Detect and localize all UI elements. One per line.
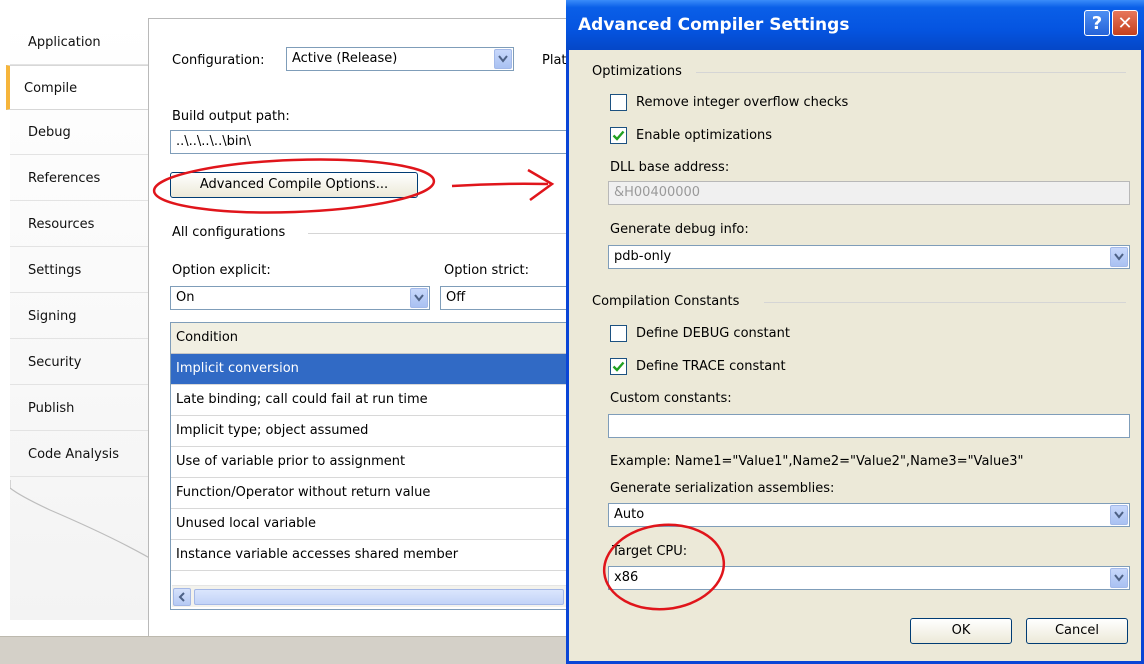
cancel-button[interactable]: Cancel	[1026, 618, 1128, 644]
tab-compile[interactable]: Compile	[6, 65, 148, 110]
option-strict-combo[interactable]: Off	[440, 286, 572, 310]
help-icon: ?	[1091, 12, 1103, 34]
table-row[interactable]: Late binding; call could fail at run tim…	[171, 385, 569, 416]
tab-publish[interactable]: Publish	[10, 386, 150, 431]
configuration-combo[interactable]: Active (Release)	[286, 47, 514, 71]
enable-optimizations-label: Enable optimizations	[636, 128, 773, 143]
debug-info-value: pdb-only	[614, 249, 672, 264]
build-output-value: ..\..\..\..\bin\	[176, 134, 252, 149]
define-debug-checkbox[interactable]	[610, 325, 627, 342]
platform-label: Plat	[542, 53, 567, 68]
scroll-left-icon[interactable]	[173, 588, 191, 606]
option-strict-value: Off	[446, 290, 466, 305]
example-text: Example: Name1="Value1",Name2="Value2",N…	[610, 454, 1024, 469]
tab-strip-curve	[10, 480, 160, 565]
chevron-down-icon[interactable]	[1110, 568, 1128, 588]
option-explicit-label: Option explicit:	[172, 263, 271, 278]
scroll-thumb[interactable]	[194, 589, 564, 605]
target-cpu-combo[interactable]: x86	[608, 566, 1130, 590]
all-configurations-label: All configurations	[172, 225, 286, 240]
tab-security[interactable]: Security	[10, 340, 150, 385]
compilation-constants-group-label: Compilation Constants	[592, 294, 740, 309]
grid-header-condition[interactable]: Condition	[171, 323, 569, 354]
option-explicit-value: On	[176, 290, 195, 305]
tab-application[interactable]: Application	[10, 20, 150, 65]
group-divider	[764, 302, 1126, 303]
define-debug-label: Define DEBUG constant	[636, 326, 790, 341]
dll-base-input[interactable]: &H00400000	[608, 181, 1130, 205]
check-icon	[612, 130, 625, 141]
debug-info-label: Generate debug info:	[610, 222, 749, 237]
chevron-down-icon[interactable]	[410, 288, 428, 308]
chevron-down-icon[interactable]	[494, 49, 512, 69]
dialog-titlebar[interactable]: Advanced Compiler Settings	[566, 0, 1144, 50]
option-explicit-combo[interactable]: On	[170, 286, 430, 310]
close-button[interactable]: ✕	[1112, 10, 1138, 36]
configuration-value: Active (Release)	[292, 51, 398, 66]
chevron-down-icon[interactable]	[1110, 505, 1128, 525]
advanced-compile-options-button[interactable]: Advanced Compile Options...	[170, 172, 418, 198]
optimizations-group-label: Optimizations	[592, 64, 682, 79]
define-trace-label: Define TRACE constant	[636, 359, 786, 374]
tab-signing[interactable]: Signing	[10, 294, 150, 339]
define-trace-checkbox[interactable]	[610, 358, 627, 375]
tab-code-analysis[interactable]: Code Analysis	[10, 432, 150, 477]
conditions-grid: Condition Implicit conversion Late bindi…	[170, 322, 570, 610]
custom-constants-input[interactable]	[608, 414, 1130, 438]
group-divider	[696, 72, 1126, 73]
serialization-label: Generate serialization assemblies:	[610, 481, 835, 496]
table-row[interactable]: Instance variable accesses shared member	[171, 540, 569, 571]
horizontal-scrollbar[interactable]	[172, 585, 569, 607]
remove-overflow-label: Remove integer overflow checks	[636, 95, 849, 110]
serialization-value: Auto	[614, 507, 645, 522]
dll-base-label: DLL base address:	[610, 160, 730, 175]
build-output-label: Build output path:	[172, 109, 290, 124]
chevron-down-icon[interactable]	[1110, 247, 1128, 267]
table-row[interactable]: Implicit conversion	[171, 354, 569, 385]
tab-references[interactable]: References	[10, 156, 150, 201]
option-strict-label: Option strict:	[444, 263, 529, 278]
enable-optimizations-checkbox[interactable]	[610, 127, 627, 144]
tab-resources[interactable]: Resources	[10, 202, 150, 247]
custom-constants-label: Custom constants:	[610, 391, 732, 406]
tab-settings[interactable]: Settings	[10, 248, 150, 293]
target-cpu-value: x86	[614, 570, 639, 585]
configuration-label: Configuration:	[172, 53, 265, 68]
tab-debug[interactable]: Debug	[10, 110, 150, 155]
debug-info-combo[interactable]: pdb-only	[608, 245, 1130, 269]
target-cpu-label: Target CPU:	[612, 544, 688, 559]
dll-base-value: &H00400000	[614, 185, 701, 200]
table-row[interactable]: Implicit type; object assumed	[171, 416, 569, 447]
table-row[interactable]: Use of variable prior to assignment	[171, 447, 569, 478]
help-button[interactable]: ?	[1084, 10, 1110, 36]
serialization-combo[interactable]: Auto	[608, 503, 1130, 527]
table-row[interactable]: Unused local variable	[171, 509, 569, 540]
close-icon: ✕	[1117, 12, 1133, 34]
remove-overflow-checkbox[interactable]	[610, 94, 627, 111]
check-icon	[612, 361, 625, 372]
group-divider	[308, 233, 570, 234]
table-row[interactable]: Function/Operator without return value	[171, 478, 569, 509]
ok-button[interactable]: OK	[910, 618, 1012, 644]
dialog-title: Advanced Compiler Settings	[578, 15, 850, 35]
build-output-input[interactable]: ..\..\..\..\bin\	[170, 130, 570, 154]
